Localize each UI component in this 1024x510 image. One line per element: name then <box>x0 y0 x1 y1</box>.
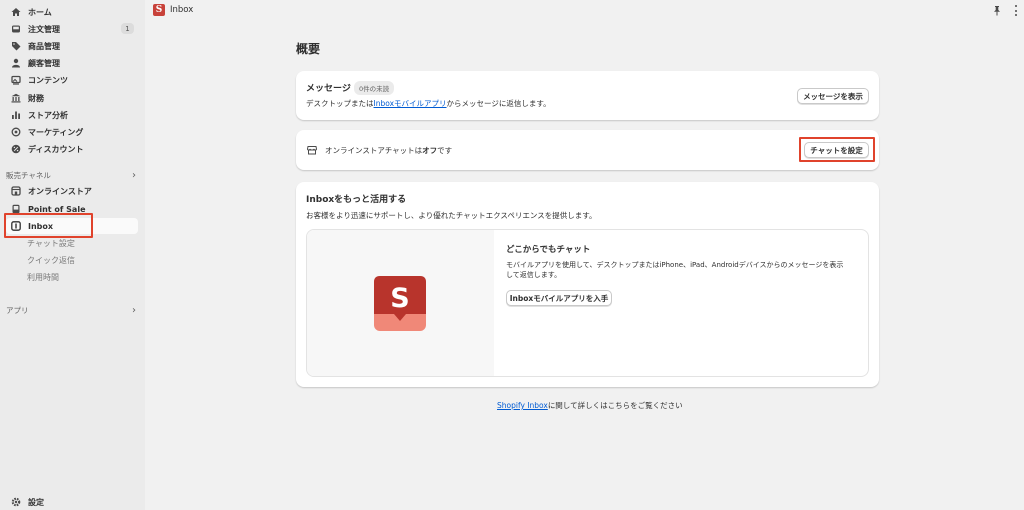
app-logo: S <box>153 4 165 16</box>
sidebar-item-label: 商品管理 <box>28 41 60 51</box>
sidebar-item-label: ストア分析 <box>28 110 68 120</box>
sidebar-item-analytics[interactable]: ストア分析 <box>6 107 138 123</box>
shopify-inbox-logo-icon: S <box>374 276 426 331</box>
page-title: 概要 <box>296 42 321 56</box>
chat-status-value: オフ <box>422 146 438 155</box>
sidebar: ホーム 注文管理 1 商品管理 顧客管理 コンテンツ 財務 ストア分析 マーケテ… <box>0 0 145 510</box>
messages-text-before: デスクトップまたは <box>306 99 374 108</box>
chevron-right-icon: › <box>132 170 136 181</box>
unread-count-badge: 0件の未読 <box>354 81 395 95</box>
sidebar-item-label: 設定 <box>28 497 44 507</box>
sidebar-item-label: 財務 <box>28 93 44 103</box>
pin-icon[interactable] <box>992 5 1002 16</box>
app-title: Inbox <box>170 5 194 15</box>
inbox-tray-icon <box>11 24 21 34</box>
feature-card: S どこからでもチャット モバイルアプリを使用して、デスクトップまたはiPhon… <box>306 229 869 377</box>
sidebar-item-label: ディスカウント <box>28 144 84 154</box>
storefront-icon <box>11 186 21 196</box>
bar-chart-icon <box>11 110 21 120</box>
view-messages-button[interactable]: メッセージを表示 <box>797 88 869 104</box>
feature-text-line1: モバイルアプリを使用して、デスクトップまたはiPhone、iPad、Androi… <box>506 261 844 269</box>
chat-status-text: オンラインストアチャットはオフです <box>325 145 452 156</box>
sidebar-item-label: オンラインストア <box>28 186 92 196</box>
more-options-icon[interactable] <box>1014 5 1018 16</box>
home-icon <box>11 7 21 17</box>
sidebar-item-settings[interactable]: 設定 <box>6 494 138 510</box>
messages-card: メッセージ 0件の未読 デスクトップまたはInboxモバイルアプリからメッセージ… <box>296 71 879 120</box>
storefront-icon <box>307 146 317 155</box>
chat-status-text-after: です <box>437 146 453 155</box>
bank-icon <box>11 93 21 103</box>
sidebar-item-home[interactable]: ホーム <box>6 4 138 20</box>
sidebar-item-label: マーケティング <box>28 127 84 137</box>
messages-description: デスクトップまたはInboxモバイルアプリからメッセージに返信します。 <box>306 98 551 109</box>
feature-title: どこからでもチャット <box>506 245 591 255</box>
inbox-highlight-outline <box>4 213 93 238</box>
tag-icon <box>11 41 21 51</box>
chat-status-card: オンラインストアチャットはオフです チャットを設定 <box>296 130 879 170</box>
image-icon <box>11 75 21 85</box>
sidebar-item-finance[interactable]: 財務 <box>6 90 138 106</box>
sidebar-subitem-availability[interactable]: 利用時間 <box>27 272 59 283</box>
sales-channels-header[interactable]: 販売チャネル › <box>6 170 136 181</box>
shopify-inbox-help-link[interactable]: Shopify Inbox <box>497 401 548 410</box>
apps-label: アプリ <box>6 306 29 315</box>
sidebar-item-label: ホーム <box>28 7 52 17</box>
sidebar-item-products[interactable]: 商品管理 <box>6 38 138 54</box>
get-mobile-app-button[interactable]: Inboxモバイルアプリを入手 <box>506 290 612 306</box>
top-bar: S Inbox <box>145 0 1024 22</box>
sidebar-item-discounts[interactable]: ディスカウント <box>6 141 138 157</box>
sidebar-subitem-quick-replies[interactable]: クイック返信 <box>27 255 75 266</box>
chat-status-text-before: オンラインストアチャットは <box>325 146 423 155</box>
sidebar-item-customers[interactable]: 顧客管理 <box>6 55 138 71</box>
messages-text-after: からメッセージに返信します。 <box>446 99 551 108</box>
svg-text:S: S <box>390 283 409 314</box>
target-icon <box>11 127 21 137</box>
apps-header[interactable]: アプリ › <box>6 305 136 316</box>
footer-text-after: に関して詳しくはこちらをご覧ください <box>547 401 683 410</box>
feature-text-line2: して返信します。 <box>506 271 562 279</box>
footer-learn-more: Shopify Inboxに関して詳しくはこちらをご覧ください <box>497 400 683 411</box>
promo-title: Inboxをもっと活用する <box>306 195 407 205</box>
promo-card: Inboxをもっと活用する お客様をより迅速にサポートし、より優れたチャットエク… <box>296 182 879 387</box>
gear-icon <box>11 497 21 507</box>
sales-channels-label: 販売チャネル <box>6 171 51 180</box>
chevron-right-icon: › <box>132 305 136 316</box>
chat-button-highlight-outline <box>799 137 875 162</box>
inbox-mobile-app-link[interactable]: Inboxモバイルアプリ <box>374 99 447 108</box>
sidebar-subitem-chat-settings[interactable]: チャット設定 <box>27 238 75 249</box>
messages-title: メッセージ <box>306 84 351 94</box>
person-icon <box>11 58 21 68</box>
feature-illustration-panel: S <box>307 230 494 376</box>
sidebar-item-label: 顧客管理 <box>28 58 60 68</box>
sidebar-item-marketing[interactable]: マーケティング <box>6 124 138 140</box>
orders-count-badge: 1 <box>121 23 134 34</box>
sidebar-item-content[interactable]: コンテンツ <box>6 72 138 88</box>
sidebar-item-label: 注文管理 <box>28 24 60 34</box>
sidebar-item-label: コンテンツ <box>28 75 68 85</box>
sidebar-item-orders[interactable]: 注文管理 1 <box>6 21 138 37</box>
discount-icon <box>11 144 21 154</box>
sidebar-item-online-store[interactable]: オンラインストア <box>6 183 138 199</box>
promo-subtitle: お客様をより迅速にサポートし、より優れたチャットエクスペリエンスを提供します。 <box>306 211 597 220</box>
